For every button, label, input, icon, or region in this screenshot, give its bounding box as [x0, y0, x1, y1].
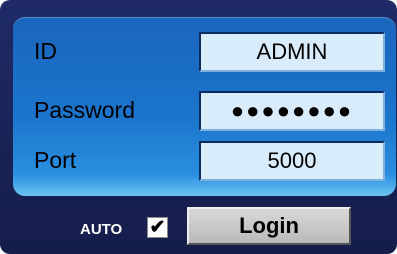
password-row: Password ●●●●●●●● [13, 91, 396, 137]
port-label: Port [34, 147, 77, 173]
login-controls: AUTO ✔ Login [0, 196, 397, 254]
id-row: ID ADMIN [13, 32, 396, 78]
auto-login-checkbox[interactable]: ✔ [147, 217, 168, 238]
password-label: Password [34, 97, 135, 123]
login-button[interactable]: Login [187, 207, 351, 245]
port-field[interactable]: 5000 [199, 141, 385, 181]
auto-login-label: AUTO [80, 221, 123, 238]
id-label: ID [34, 38, 57, 64]
port-row: Port 5000 [13, 141, 396, 187]
id-field[interactable]: ADMIN [199, 32, 385, 72]
credentials-area: ID ADMIN Password ●●●●●●●● Port 5000 [13, 17, 396, 196]
login-panel: ID ADMIN Password ●●●●●●●● Port 5000 AUT… [0, 0, 397, 254]
password-field[interactable]: ●●●●●●●● [199, 91, 385, 131]
